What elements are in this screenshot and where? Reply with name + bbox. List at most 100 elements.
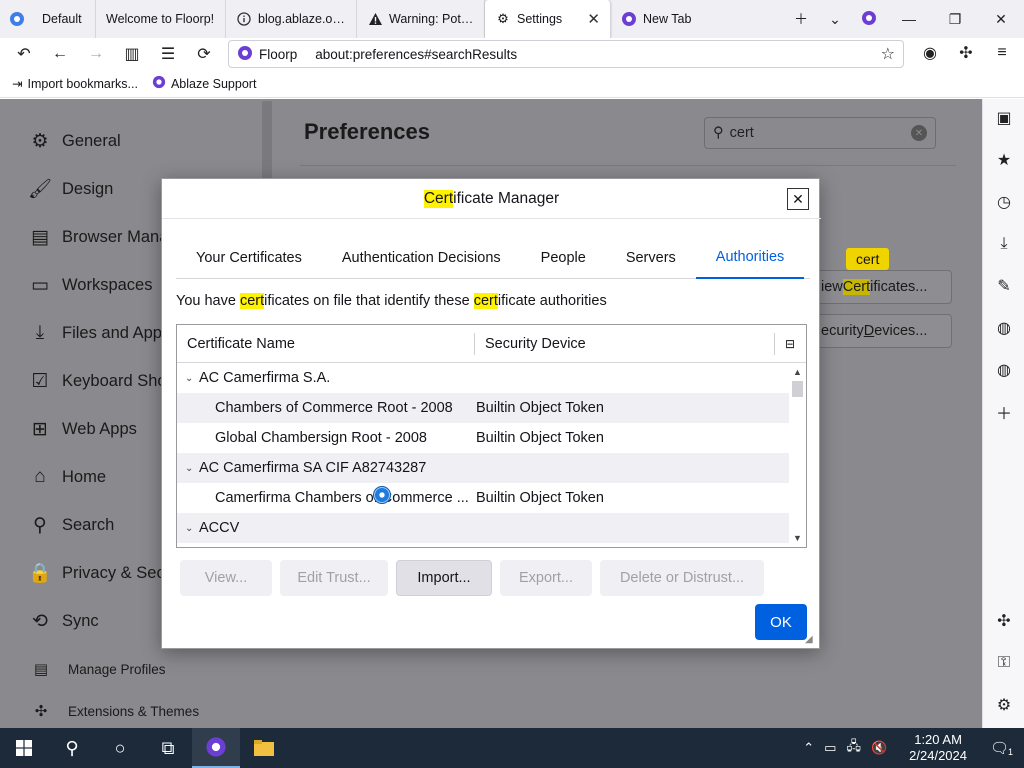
network-icon[interactable]: 🖧 [841, 737, 866, 759]
scroll-down-icon[interactable]: ▼ [789, 531, 806, 545]
edit-trust-button[interactable]: Edit Trust... [280, 560, 388, 596]
close-window-icon[interactable]: ✕ [978, 0, 1024, 38]
tree-scrollbar[interactable]: ▲ ▼ [789, 363, 806, 547]
forward-icon[interactable]: → [78, 39, 114, 69]
url-bar[interactable]: Floorp about:preferences#searchResults ☆ [228, 40, 904, 68]
tab-authorities[interactable]: Authorities [695, 237, 805, 279]
cortana-icon[interactable]: ○ [96, 728, 144, 768]
nav-privacy-security[interactable]: 🔒 Privacy & Secu [28, 561, 174, 585]
certificate-tree[interactable]: Certificate Name Security Device ⊟ ⌄ AC C… [176, 324, 807, 548]
delete-or-distrust-button[interactable]: Delete or Distrust... [600, 560, 764, 596]
floorp-menu-icon[interactable] [0, 0, 34, 38]
tab-settings[interactable]: ⚙ Settings ✕ [485, 0, 611, 38]
view-certificates-button[interactable]: iew Cert ificates... [806, 270, 952, 304]
nav-search[interactable]: ⚲ Search [28, 513, 114, 537]
tab-welcome[interactable]: Welcome to Floorp! [96, 0, 226, 38]
account-icon[interactable]: ◉ [912, 38, 948, 68]
start-windows-icon[interactable] [0, 728, 48, 768]
minimize-icon[interactable]: — [886, 0, 932, 38]
tab-warning[interactable]: Warning: Potenti [357, 0, 485, 38]
back-icon[interactable]: ← [42, 39, 78, 69]
tab-authentication-decisions[interactable]: Authentication Decisions [322, 237, 521, 279]
downloads-icon[interactable]: ⤓ [983, 231, 1024, 257]
nav-workspaces[interactable]: ▭ Workspaces [28, 273, 152, 297]
globe-icon-2[interactable]: ◍ [983, 357, 1024, 383]
volume-muted-icon[interactable]: 🔇 [866, 740, 892, 756]
tab-blog[interactable]: blog.ablaze.one [226, 0, 357, 38]
chevron-up-icon[interactable]: ⌃ [798, 740, 819, 756]
chevron-down-icon[interactable]: ⌄ [818, 11, 852, 28]
maximize-icon[interactable]: ❐ [932, 0, 978, 38]
view-button[interactable]: View... [180, 560, 272, 596]
nav-home[interactable]: ⌂ Home [28, 465, 106, 489]
bookmark-ablaze-support[interactable]: Ablaze Support [152, 75, 256, 92]
globe-icon[interactable]: ◍ [983, 315, 1024, 341]
tab-new-tab[interactable]: New Tab [611, 0, 737, 38]
tree-group-row[interactable]: ⌄ AC Camerfirma S.A. [177, 363, 789, 393]
search-input[interactable]: ⚲ cert ✕ [704, 117, 936, 149]
column-certificate-name[interactable]: Certificate Name [177, 332, 475, 355]
clear-search-icon[interactable]: ✕ [911, 125, 927, 141]
file-explorer-icon[interactable] [240, 728, 288, 768]
notes-pen-icon[interactable]: ✎ [983, 273, 1024, 299]
tab-servers[interactable]: Servers [606, 237, 696, 279]
nav-extensions-themes[interactable]: ✣ Extensions & Themes [32, 699, 199, 723]
nav-files-apps[interactable]: ⤓ Files and Appl [28, 321, 166, 345]
search-icon[interactable]: ⚲ [48, 728, 96, 768]
tree-group-row[interactable]: ⌄ ACCV [177, 513, 789, 543]
reload-icon[interactable]: ⟳ [186, 39, 222, 69]
tree-group-row[interactable]: ⌄ AC Camerfirma SA CIF A82743287 [177, 453, 789, 483]
nav-general[interactable]: ⚙ General [28, 129, 120, 153]
scroll-up-icon[interactable]: ▲ [789, 365, 806, 379]
nav-manage-profiles[interactable]: ▤ Manage Profiles [32, 657, 166, 681]
export-button[interactable]: Export... [500, 560, 592, 596]
scroll-thumb[interactable] [792, 381, 803, 397]
undo-close-tab-icon[interactable]: ↶ [6, 39, 42, 69]
key-icon[interactable]: ⚿ [983, 650, 1024, 676]
ok-button[interactable]: OK [755, 604, 807, 640]
search-icon: ⚲ [713, 125, 724, 141]
security-devices-button[interactable]: ecurity Devices... [806, 314, 952, 348]
bookmark-star-icon[interactable]: ☆ [881, 44, 895, 64]
briefcase-icon[interactable]: ▣ [983, 105, 1024, 131]
resize-grip-icon[interactable]: ◢ [805, 634, 817, 646]
bookmark-import[interactable]: ⇥ Import bookmarks... [12, 76, 138, 92]
nav-sync[interactable]: ⟲ Sync [28, 609, 99, 633]
table-row[interactable]: Chambers of Commerce Root - 2008 Builtin… [177, 393, 789, 423]
puzzle-icon[interactable]: ✣ [983, 608, 1024, 634]
task-view-icon[interactable]: ⧉ [144, 728, 192, 768]
history-icon[interactable]: ◷ [983, 189, 1024, 215]
nav-design[interactable]: 🖌 Design [28, 177, 113, 201]
clock[interactable]: 1:20 AM 2/24/2024 [892, 732, 984, 764]
tab-people[interactable]: People [521, 237, 606, 279]
tab-your-certificates[interactable]: Your Certificates [176, 237, 322, 279]
tree-tabs-icon[interactable]: ☰ [150, 39, 186, 69]
close-icon[interactable]: ✕ [787, 188, 809, 210]
bookmarks-star-icon[interactable]: ★ [983, 147, 1024, 173]
nav-web-apps[interactable]: ⊞ Web Apps [28, 417, 137, 441]
close-tab-icon[interactable]: ✕ [587, 10, 600, 28]
notification-center-icon[interactable]: 🗨 1 [984, 739, 1024, 757]
extensions-icon[interactable]: ✣ [948, 38, 984, 68]
add-panel-icon[interactable]: ＋ [983, 399, 1024, 425]
nav-browser-manager[interactable]: ▤ Browser Mana [28, 225, 168, 249]
floorp-account-icon[interactable] [852, 10, 886, 29]
chevron-down-icon[interactable]: ⌄ [185, 463, 193, 474]
table-row[interactable]: Global Chambersign Root - 2008 Builtin O… [177, 423, 789, 453]
sidebar-toggle-icon[interactable]: ▥ [114, 39, 150, 69]
chevron-down-icon[interactable]: ⌄ [185, 373, 193, 384]
menu-icon[interactable]: ≡ [984, 38, 1020, 68]
column-picker-icon[interactable]: ⊟ [775, 337, 805, 351]
page-title: Preferences [304, 119, 430, 144]
table-row[interactable]: Camerfirma Chambers of Commerce ... Buil… [177, 483, 789, 513]
floorp-taskbar-icon[interactable] [192, 728, 240, 768]
device-icon[interactable]: ▭ [819, 740, 841, 756]
new-tab-plus-icon[interactable]: ＋ [784, 9, 818, 29]
url-text[interactable]: about:preferences#searchResults [315, 47, 517, 62]
import-button[interactable]: Import... [396, 560, 492, 596]
settings-gear-icon[interactable]: ⚙ [983, 692, 1024, 718]
tab-default[interactable]: Default [34, 0, 96, 38]
chevron-down-icon[interactable]: ⌄ [185, 523, 193, 534]
column-security-device[interactable]: Security Device [475, 332, 775, 355]
nav-keyboard-shortcuts[interactable]: ☑ Keyboard Sho [28, 369, 166, 393]
